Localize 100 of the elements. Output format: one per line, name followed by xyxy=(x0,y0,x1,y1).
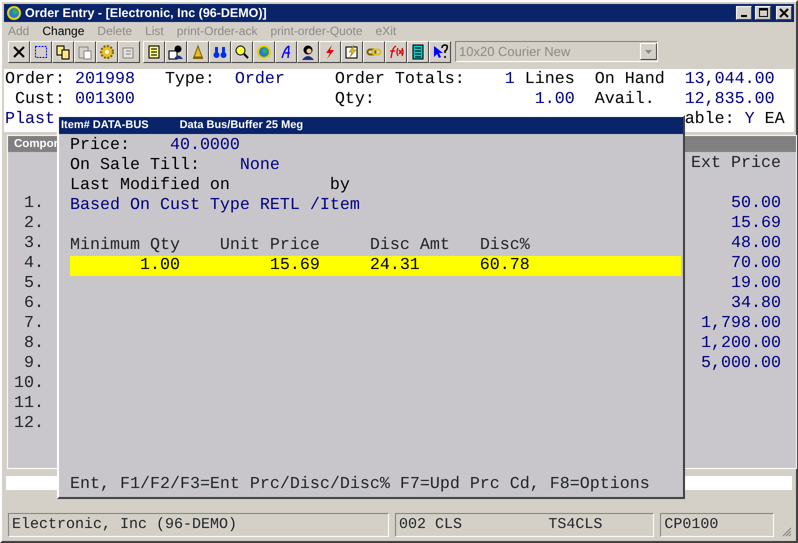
field-value: 1.00 xyxy=(534,90,575,110)
close-icon xyxy=(779,8,789,18)
person-icon xyxy=(300,44,316,60)
table-cell-text: 1.00 xyxy=(138,256,180,276)
column-header: Disc% xyxy=(480,236,530,256)
column-header: Ext Price xyxy=(691,154,781,174)
dialog-title: Item# DATA-BUS xyxy=(61,118,149,134)
table-cell-text: 24.31 xyxy=(368,256,420,276)
document-button[interactable] xyxy=(143,40,165,62)
maximize-icon xyxy=(758,8,768,18)
status-text: TS4CLS xyxy=(548,514,602,535)
search-icon xyxy=(234,44,250,60)
field-value: 001300 xyxy=(74,90,135,110)
table-cell: 48.00 xyxy=(731,234,781,254)
resize-grip-icon xyxy=(780,525,792,537)
field-value: Order xyxy=(234,70,285,90)
row-number: 1. xyxy=(22,194,44,214)
row-number: 3. xyxy=(22,234,44,254)
table-cell-text: 15.69 xyxy=(268,256,320,276)
minimize-button[interactable] xyxy=(736,6,752,20)
lightning-box-icon xyxy=(344,44,360,60)
selection-button[interactable] xyxy=(30,40,52,62)
help-text: Ent, F1/F2/F3=Ent Prc/Disc/Disc% F7=Upd Prc Cd, F8=Options xyxy=(70,475,651,495)
field-label: On Hand xyxy=(594,70,665,90)
field-value: None xyxy=(240,156,280,176)
globe-icon xyxy=(256,44,272,60)
field-label: Order Totals: xyxy=(334,70,465,90)
row-number: 2. xyxy=(22,214,44,234)
app-globe-icon xyxy=(6,5,22,21)
status-text: Electronic, Inc (96-DEMO) xyxy=(12,514,238,535)
column-header: Minimum Qty xyxy=(70,236,180,256)
field-value: Plast xyxy=(5,110,55,130)
help-pointer-icon xyxy=(432,44,448,60)
gear-icon xyxy=(99,44,115,60)
paste-button[interactable] xyxy=(74,40,96,62)
gear-button[interactable] xyxy=(96,40,118,62)
field-label: Type: xyxy=(164,70,215,90)
row-number: 8. xyxy=(22,334,44,354)
document-icon xyxy=(146,44,162,60)
window-title: Order Entry - [Electronic, Inc (96-DEMO)] xyxy=(25,4,267,22)
field-label: Cust: xyxy=(14,90,65,110)
lightning-button[interactable] xyxy=(319,40,341,62)
table-row[interactable]: 1.00 15.69 24.31 60.78 xyxy=(70,256,681,276)
formula-icon xyxy=(388,44,404,60)
table-cell: 19.00 xyxy=(731,274,781,294)
calculator-button[interactable] xyxy=(407,40,429,62)
close-button[interactable] xyxy=(776,6,792,20)
row-number: 7. xyxy=(22,314,44,334)
calculator-icon xyxy=(410,44,426,60)
field-value: 1 xyxy=(504,70,515,90)
minimize-icon xyxy=(741,15,747,17)
unit-label: Lines xyxy=(524,70,575,90)
field-label: by xyxy=(330,176,350,196)
table-cell: 1,200.00 xyxy=(701,334,781,354)
table-cell: 34.80 xyxy=(731,294,781,314)
field-label: able: xyxy=(684,110,735,130)
chain-link-button[interactable] xyxy=(363,40,385,62)
maximize-button[interactable] xyxy=(755,6,771,20)
formula-button[interactable] xyxy=(385,40,407,62)
field-value: 201998 xyxy=(74,70,135,90)
globe-button[interactable] xyxy=(253,40,275,62)
table-cell: 50.00 xyxy=(731,194,781,214)
row-number: 5. xyxy=(22,274,44,294)
field-label: Avail. xyxy=(594,90,655,110)
row-number: 11. xyxy=(14,394,44,414)
copy-button[interactable] xyxy=(52,40,74,62)
menu-item[interactable]: Change xyxy=(42,22,84,40)
field-value: 12,835.00 xyxy=(684,90,775,110)
column-header: Unit Price xyxy=(220,236,320,256)
field-value: 13,044.00 xyxy=(684,70,775,90)
column-header: Disc Amt xyxy=(370,236,450,256)
row-number: 9. xyxy=(22,354,44,374)
copy-icon xyxy=(55,44,71,60)
person-button[interactable] xyxy=(297,40,319,62)
table-cell: 60.78 xyxy=(480,256,530,276)
person-document-button[interactable] xyxy=(165,40,187,62)
binoculars-button[interactable] xyxy=(209,40,231,62)
row-number: 4. xyxy=(22,254,44,274)
field-label: Order: xyxy=(5,70,65,90)
dropdown-arrow-icon xyxy=(644,48,653,56)
status-text: 002 CLS xyxy=(399,514,462,535)
search-button[interactable] xyxy=(231,40,253,62)
dialog-subtitle: Data Bus/Buffer 25 Meg xyxy=(180,118,304,134)
lightning-box-button[interactable] xyxy=(341,40,363,62)
properties-button[interactable] xyxy=(118,40,140,62)
table-cell: 70.00 xyxy=(731,254,781,274)
person-document-icon xyxy=(168,44,184,60)
script-button[interactable] xyxy=(275,40,297,62)
help-pointer-button[interactable] xyxy=(429,40,451,62)
table-cell: 5,000.00 xyxy=(701,354,781,374)
field-label: Qty: xyxy=(334,90,375,110)
field-label: Last Modified on xyxy=(70,176,230,196)
field-value: Y xyxy=(744,110,755,130)
close-icon xyxy=(11,44,27,60)
selection-icon xyxy=(33,44,49,60)
table-cell: 15.69 xyxy=(731,214,781,234)
unit-label: EA xyxy=(764,110,785,130)
paste-icon xyxy=(77,44,93,60)
row-number: 10. xyxy=(14,374,44,394)
close-button[interactable] xyxy=(8,40,30,62)
